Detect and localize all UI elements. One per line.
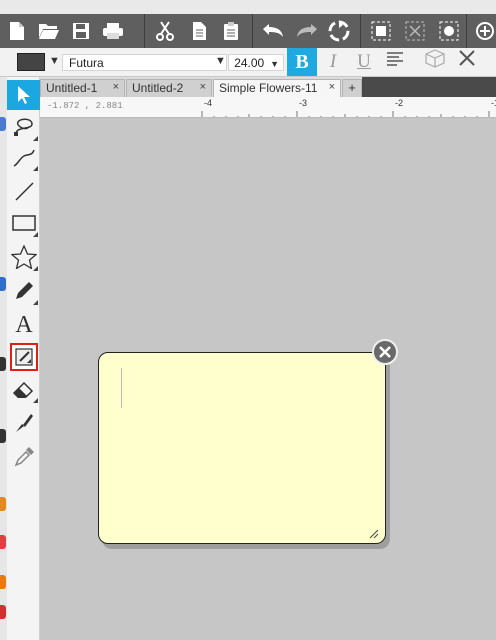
font-size-field[interactable]: 24.00 ▼ [228,54,284,71]
dock-edge [0,77,7,640]
copy-icon[interactable] [184,16,214,46]
zoom-in-icon[interactable] [470,16,496,46]
star-icon[interactable] [10,243,38,271]
ruler-mark: -2 [395,98,404,108]
knife-icon[interactable] [10,409,38,437]
ruler-mark: -4 [204,98,213,108]
note-close-button[interactable] [372,339,398,365]
italic-button[interactable]: I [318,48,348,76]
dock-app-icon[interactable] [0,575,6,589]
dock-app-icon[interactable] [0,605,6,619]
fill-color-swatch[interactable] [17,53,45,71]
new-file-icon[interactable] [2,16,32,46]
tab-close-icon[interactable]: × [329,81,335,93]
tab-close-icon[interactable]: × [113,81,119,93]
shape-3d-icon[interactable] [420,48,450,76]
pencil-icon[interactable] [10,277,38,305]
close-icon[interactable] [452,48,482,76]
text-icon[interactable]: A [10,311,38,339]
tab-close-icon[interactable]: × [200,81,206,93]
print-icon[interactable] [98,16,128,46]
replicate-icon[interactable] [324,16,354,46]
curve-edit-icon[interactable] [10,113,38,141]
resize-handle-icon[interactable] [367,527,379,539]
redo-icon[interactable] [292,16,322,46]
text-properties-bar: ▼ Futura ▼ 24.00 ▼ B I U [0,48,496,77]
line-icon[interactable] [10,177,38,205]
save-icon[interactable] [66,16,96,46]
tab-label: Untitled-2 [132,81,184,95]
ruler-mark: -1 [491,98,496,108]
tab-label: Untitled-1 [46,81,98,95]
document-tab-bar: Untitled-1 × Untitled-2 × Simple Flowers… [40,77,496,98]
tab-bar-empty [362,77,496,97]
dock-app-icon[interactable] [0,357,6,371]
open-folder-icon[interactable] [34,16,64,46]
ungroup-icon[interactable] [400,16,430,46]
dock-app-icon[interactable] [0,497,6,511]
eraser-icon[interactable] [10,375,38,403]
bold-button[interactable]: B [287,48,317,76]
align-menu-icon[interactable] [380,48,410,76]
ruler-mark: -3 [299,98,308,108]
undo-icon[interactable] [258,16,288,46]
note-textbox[interactable] [98,352,386,544]
cut-icon[interactable] [150,16,180,46]
tab-untitled-2[interactable]: Untitled-2 × [126,79,212,97]
group-icon[interactable] [366,16,396,46]
select-arrow-icon[interactable] [7,80,40,110]
dock-app-icon[interactable] [0,277,6,291]
tab-label: Simple Flowers-11 [219,81,318,95]
font-size-value: 24.00 [234,56,265,70]
dock-app-icon[interactable] [0,535,6,549]
tool-panel: A [7,77,40,640]
dock-app-icon[interactable] [0,117,6,131]
title-strip [0,0,496,14]
main-toolbar [0,14,496,48]
notes-icon[interactable] [10,343,38,371]
tab-untitled-1[interactable]: Untitled-1 × [40,79,125,97]
new-tab-button[interactable]: + [342,79,362,97]
underline-button[interactable]: U [349,48,379,76]
horizontal-ruler: -1.872 , 2.881 -4 -3 -2 -1 [40,97,496,118]
eyedropper-icon[interactable] [10,443,38,471]
paste-icon[interactable] [216,16,246,46]
dock-app-icon[interactable] [0,429,6,443]
tab-simple-flowers-11[interactable]: Simple Flowers-11 × [213,79,341,98]
release-icon[interactable] [434,16,464,46]
rectangle-icon[interactable] [10,209,38,237]
chevron-down-icon[interactable]: ▼ [215,55,226,67]
text-cursor [121,368,122,408]
close-icon [379,346,391,358]
font-family-field[interactable]: Futura [62,54,227,71]
chevron-down-icon[interactable]: ▼ [49,55,60,67]
freehand-icon[interactable] [10,143,38,171]
